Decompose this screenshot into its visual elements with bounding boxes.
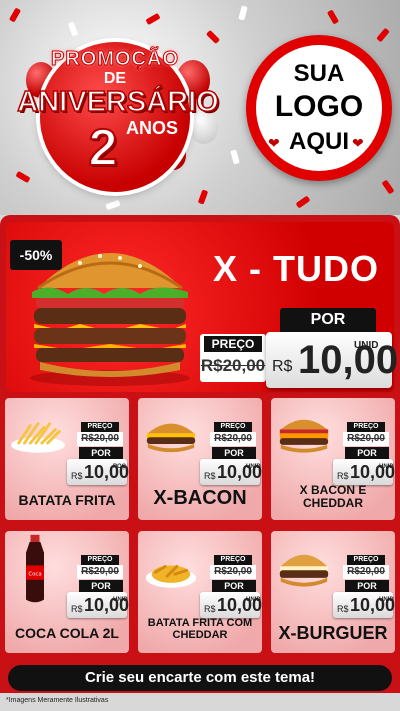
product-image: [142, 414, 200, 458]
product-name: BATATA FRITA COM CHEDDAR: [147, 617, 253, 641]
svg-text:Coca: Coca: [28, 571, 41, 577]
confetti: [8, 7, 22, 23]
product-image: [275, 547, 333, 593]
por-label: POR: [79, 447, 123, 459]
confetti: [105, 199, 121, 211]
product-image: [9, 416, 67, 456]
old-price-label: PREÇO: [347, 555, 385, 565]
old-price-label: PREÇO: [214, 422, 252, 432]
currency-label: R$: [204, 471, 216, 481]
heart-icon: ❤: [268, 135, 280, 151]
currency-label: R$: [337, 604, 349, 614]
confetti: [230, 149, 240, 165]
currency-label: R$: [337, 471, 349, 481]
old-price-value: R$20,00: [77, 565, 123, 579]
confetti: [205, 29, 221, 45]
unit-label: POÇ: [113, 464, 127, 470]
unit-label: UNID: [246, 464, 261, 470]
confetti: [67, 21, 79, 37]
old-price-label: PREÇO: [204, 336, 262, 352]
old-price-value: R$20,00: [210, 565, 256, 579]
old-price-value: R$20,00: [343, 565, 389, 579]
por-label: POR: [212, 580, 256, 592]
heart-icon: ❤: [352, 135, 364, 151]
old-price-label: PREÇO: [347, 422, 385, 432]
old-price-label: PREÇO: [214, 555, 252, 565]
old-price-value: R$20,00: [200, 356, 266, 375]
currency-label: R$: [204, 604, 216, 614]
confetti: [145, 12, 161, 26]
por-label: POR: [280, 308, 376, 332]
currency-label: R$: [71, 471, 83, 481]
old-price-value: R$20,00: [343, 432, 389, 446]
product-name: X-BACON: [153, 487, 247, 509]
new-price-value: 10,00: [298, 338, 399, 382]
unit-label: UNID: [379, 464, 394, 470]
confetti: [295, 195, 311, 209]
promo-years-number: 2: [88, 118, 119, 178]
old-price-value: R$20,00: [77, 432, 123, 446]
confetti: [376, 27, 390, 43]
confetti: [15, 170, 31, 184]
unit-label: UNID: [354, 340, 379, 351]
product-name: X BACON E CHEDDAR: [299, 483, 367, 510]
cta-banner[interactable]: Crie seu encarte com este tema!: [8, 665, 392, 691]
por-label: POR: [345, 447, 389, 459]
product-name: COCA COLA 2L: [15, 625, 119, 641]
product-image: [142, 551, 200, 595]
product-name: X-BURGUER: [278, 623, 388, 643]
por-label: POR: [79, 580, 123, 592]
unit-label: UNID: [379, 597, 394, 603]
promo-anos: ANOS: [126, 118, 179, 138]
disclaimer: *Imagens Meramente Ilustrativas: [6, 697, 109, 704]
confetti: [238, 5, 248, 21]
discount-badge: -50%: [10, 240, 62, 270]
promo-title: PROMOÇÃO: [51, 48, 179, 71]
logo-text-sua: SUA: [293, 60, 345, 87]
promo-aniversario: ANIVERSÁRIO: [17, 85, 220, 119]
old-price-value: R$20,00: [210, 432, 256, 446]
confetti: [381, 179, 395, 195]
product-image: [275, 412, 333, 460]
unit-label: UNID: [246, 597, 261, 603]
currency-label: R$: [272, 358, 293, 375]
old-price-label: PREÇO: [81, 555, 119, 565]
confetti: [326, 9, 340, 25]
unit-label: UNID: [113, 597, 128, 603]
hero-product-name: X - TUDO: [213, 248, 379, 289]
confetti: [197, 189, 209, 205]
por-label: POR: [212, 447, 256, 459]
logo-text-logo: LOGO: [274, 90, 364, 123]
old-price-label: PREÇO: [81, 422, 119, 432]
product-image: Coca: [17, 533, 53, 605]
product-name: BATATA FRITA: [18, 492, 116, 508]
por-label: POR: [345, 580, 389, 592]
currency-label: R$: [71, 604, 83, 614]
